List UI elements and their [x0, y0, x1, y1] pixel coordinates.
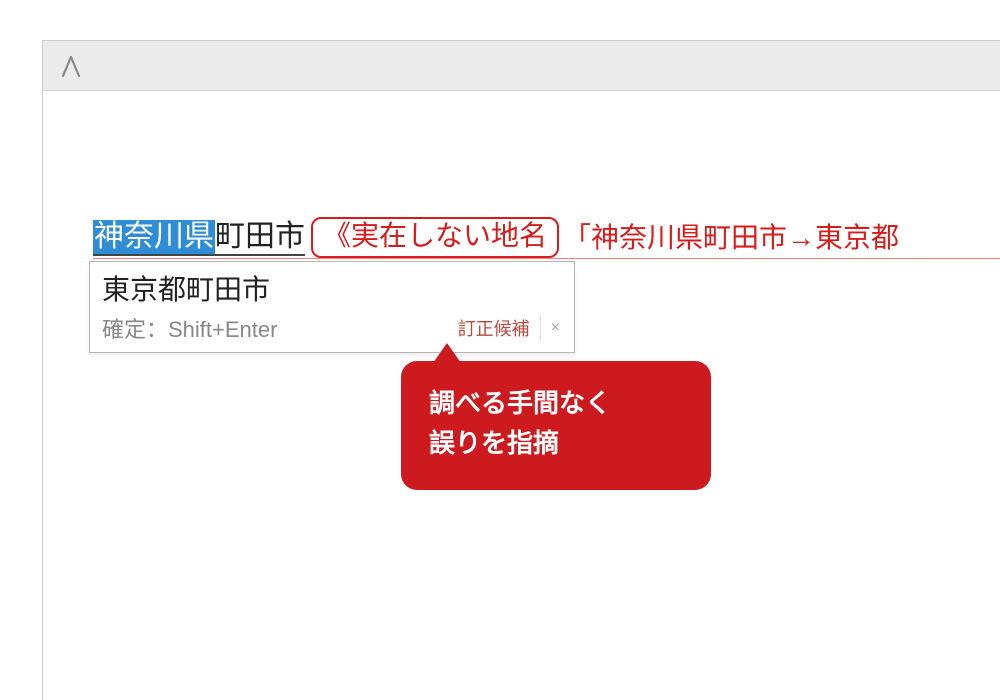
- suggestion-candidate[interactable]: 東京都町田市: [90, 262, 574, 308]
- callout-line-1: 調べる手間なく: [429, 383, 685, 423]
- toolbar: [43, 41, 1000, 91]
- correction-label: 訂正候補: [458, 315, 530, 341]
- close-icon[interactable]: ×: [540, 317, 564, 339]
- annotation-bubble: 《実在しない地名: [311, 217, 559, 258]
- plain-text[interactable]: 町田市: [215, 220, 305, 256]
- suggestion-popup: 東京都町田市 確定：Shift+Enter 訂正候補 ×: [89, 261, 575, 353]
- suggestion-footer: 確定：Shift+Enter 訂正候補 ×: [90, 308, 574, 352]
- feature-callout: 調べる手間なく 誤りを指摘: [401, 361, 711, 490]
- annotation-trail: 「神奈川県町田市→東京都: [563, 221, 899, 255]
- app-frame: 神奈川県町田市 《実在しない地名 「神奈川県町田市→東京都 東京都町田市 確定：…: [42, 40, 1000, 700]
- selected-text[interactable]: 神奈川県: [93, 220, 215, 256]
- editor-area[interactable]: 神奈川県町田市 《実在しない地名 「神奈川県町田市→東京都 東京都町田市 確定：…: [43, 91, 1000, 700]
- text-line[interactable]: 神奈川県町田市 《実在しない地名 「神奈川県町田市→東京都: [93, 219, 1000, 259]
- app-logo-icon: [59, 54, 83, 78]
- callout-line-2: 誤りを指摘: [429, 423, 685, 463]
- confirm-hint: 確定：Shift+Enter: [102, 312, 277, 344]
